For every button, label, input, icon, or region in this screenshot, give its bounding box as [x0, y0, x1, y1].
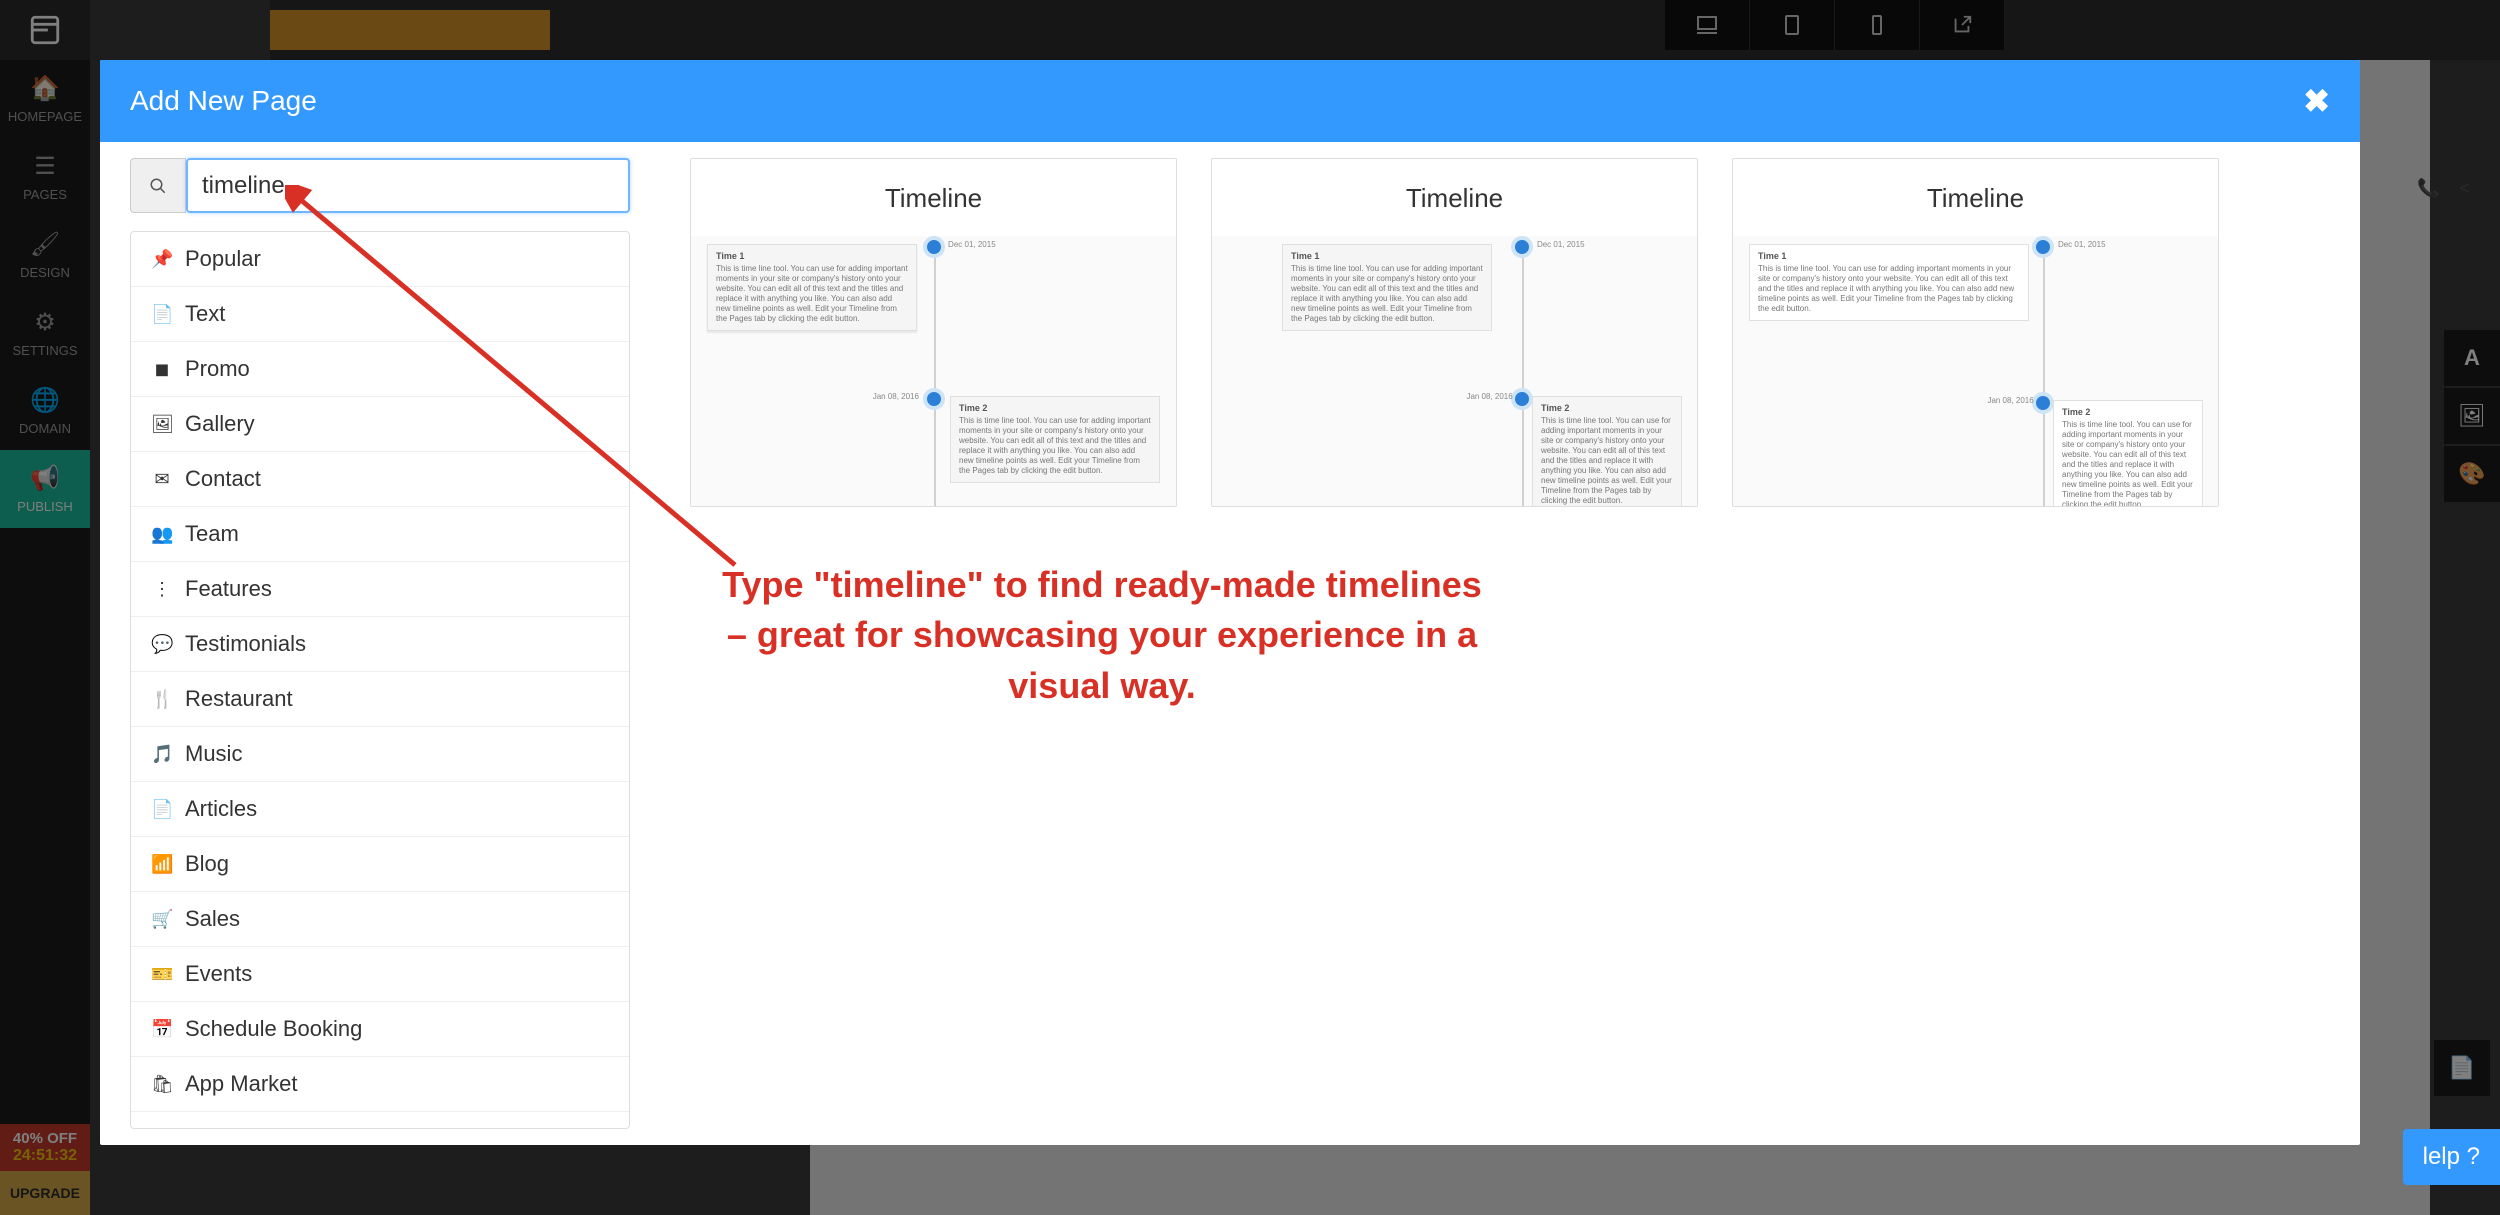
timeline-item-body: This is time line tool. You can use for … — [1758, 264, 2020, 314]
pin-icon: 📌 — [151, 249, 173, 270]
category-label: Team — [185, 521, 239, 547]
timeline-date: Jan 08, 2016 — [873, 392, 919, 401]
timeline-item-title: Time 1 — [1758, 251, 2020, 262]
category-label: Gallery — [185, 411, 255, 437]
search-icon — [130, 158, 186, 213]
cutlery-icon: 🍴 — [151, 689, 173, 710]
category-label: Text — [185, 301, 225, 327]
timeline-item-title: Time 2 — [2062, 407, 2194, 418]
list-icon: ⋮ — [151, 579, 173, 600]
file-icon: 📄 — [151, 304, 173, 325]
category-label: Blog — [185, 851, 229, 877]
category-testimonials[interactable]: 💬 Testimonials — [131, 617, 629, 672]
category-label: Features — [185, 576, 272, 602]
category-label: App Market — [185, 1071, 298, 1097]
template-title: Timeline — [1733, 159, 2218, 236]
category-contact[interactable]: ✉ Contact — [131, 452, 629, 507]
music-icon: 🎵 — [151, 744, 173, 765]
category-schedule[interactable]: 📅 Schedule Booking — [131, 1002, 629, 1057]
bag-icon: 🛍 — [151, 1074, 173, 1095]
timeline-item-body: This is time line tool. You can use for … — [1541, 416, 1673, 506]
category-popular[interactable]: 📌 Popular — [131, 232, 629, 287]
timeline-item-body: This is time line tool. You can use for … — [959, 416, 1151, 476]
square-icon: ◼ — [151, 359, 173, 380]
timeline-date: Dec 01, 2015 — [2058, 240, 2106, 249]
timeline-item-title: Time 1 — [716, 251, 908, 262]
category-label: Music — [185, 741, 242, 767]
timeline-item-title: Time 2 — [1541, 403, 1673, 414]
timeline-date: Jan 08, 2016 — [1987, 396, 2033, 405]
template-card[interactable]: Timeline Dec 01, 2015 Time 1 This is tim… — [1211, 158, 1698, 507]
category-appmarket[interactable]: 🛍 App Market — [131, 1057, 629, 1112]
template-title: Timeline — [691, 159, 1176, 236]
annotation-text: Type "timeline" to find ready-made timel… — [722, 560, 1482, 711]
rss-icon: 📶 — [151, 854, 173, 875]
category-promo[interactable]: ◼ Promo — [131, 342, 629, 397]
category-team[interactable]: 👥 Team — [131, 507, 629, 562]
category-sales[interactable]: 🛒 Sales — [131, 892, 629, 947]
calendar-icon: 📅 — [151, 1019, 173, 1040]
chat-icon: 💬 — [151, 634, 173, 655]
category-label: Schedule Booking — [185, 1016, 362, 1042]
categories-panel: 📌Popular 📄Text ◼Promo 🖼Gallery ✉Contact … — [130, 158, 630, 1129]
modal-title: Add New Page — [130, 85, 317, 117]
document-icon: 📄 — [151, 799, 173, 820]
category-label: Articles — [185, 796, 257, 822]
category-label: Promo — [185, 356, 250, 382]
timeline-item-title: Time 2 — [959, 403, 1151, 414]
close-icon[interactable]: ✖ — [2303, 82, 2330, 120]
timeline-item-body: This is time line tool. You can use for … — [2062, 420, 2194, 507]
category-gallery[interactable]: 🖼 Gallery — [131, 397, 629, 452]
category-label: Restaurant — [185, 686, 293, 712]
template-title: Timeline — [1212, 159, 1697, 236]
modal-header: Add New Page ✖ — [100, 60, 2360, 142]
timeline-date: Jan 08, 2016 — [1466, 392, 1512, 401]
timeline-item-body: This is time line tool. You can use for … — [1291, 264, 1483, 324]
category-blog[interactable]: 📶 Blog — [131, 837, 629, 892]
search-input[interactable] — [186, 158, 630, 213]
template-preview: Dec 01, 2015 Time 1 This is time line to… — [1733, 236, 2218, 506]
category-events[interactable]: 🎫 Events — [131, 947, 629, 1002]
category-list: 📌Popular 📄Text ◼Promo 🖼Gallery ✉Contact … — [130, 231, 630, 1129]
category-articles[interactable]: 📄 Articles — [131, 782, 629, 837]
category-features[interactable]: ⋮ Features — [131, 562, 629, 617]
category-text[interactable]: 📄 Text — [131, 287, 629, 342]
timeline-date: Dec 01, 2015 — [948, 240, 996, 249]
category-music[interactable]: 🎵 Music — [131, 727, 629, 782]
timeline-date: Dec 01, 2015 — [1537, 240, 1585, 249]
image-icon: 🖼 — [151, 414, 173, 435]
timeline-item-title: Time 1 — [1291, 251, 1483, 262]
template-card[interactable]: Timeline Dec 01, 2015 Time 1 This is tim… — [1732, 158, 2219, 507]
category-label: Popular — [185, 246, 261, 272]
users-icon: 👥 — [151, 524, 173, 545]
envelope-icon: ✉ — [151, 469, 173, 490]
template-preview: Dec 01, 2015 Time 1 This is time line to… — [1212, 236, 1697, 506]
category-label: Sales — [185, 906, 240, 932]
cart-icon: 🛒 — [151, 909, 173, 930]
timeline-item-body: This is time line tool. You can use for … — [716, 264, 908, 324]
template-card[interactable]: Timeline Dec 01, 2015 Time 1 This is tim… — [690, 158, 1177, 507]
ticket-icon: 🎫 — [151, 964, 173, 985]
search-row — [130, 158, 630, 213]
category-label: Testimonials — [185, 631, 306, 657]
category-label: Events — [185, 961, 252, 987]
category-restaurant[interactable]: 🍴 Restaurant — [131, 672, 629, 727]
template-preview: Dec 01, 2015 Time 1 This is time line to… — [691, 236, 1176, 506]
help-button[interactable]: lelp ? — [2403, 1129, 2500, 1185]
category-label: Contact — [185, 466, 261, 492]
